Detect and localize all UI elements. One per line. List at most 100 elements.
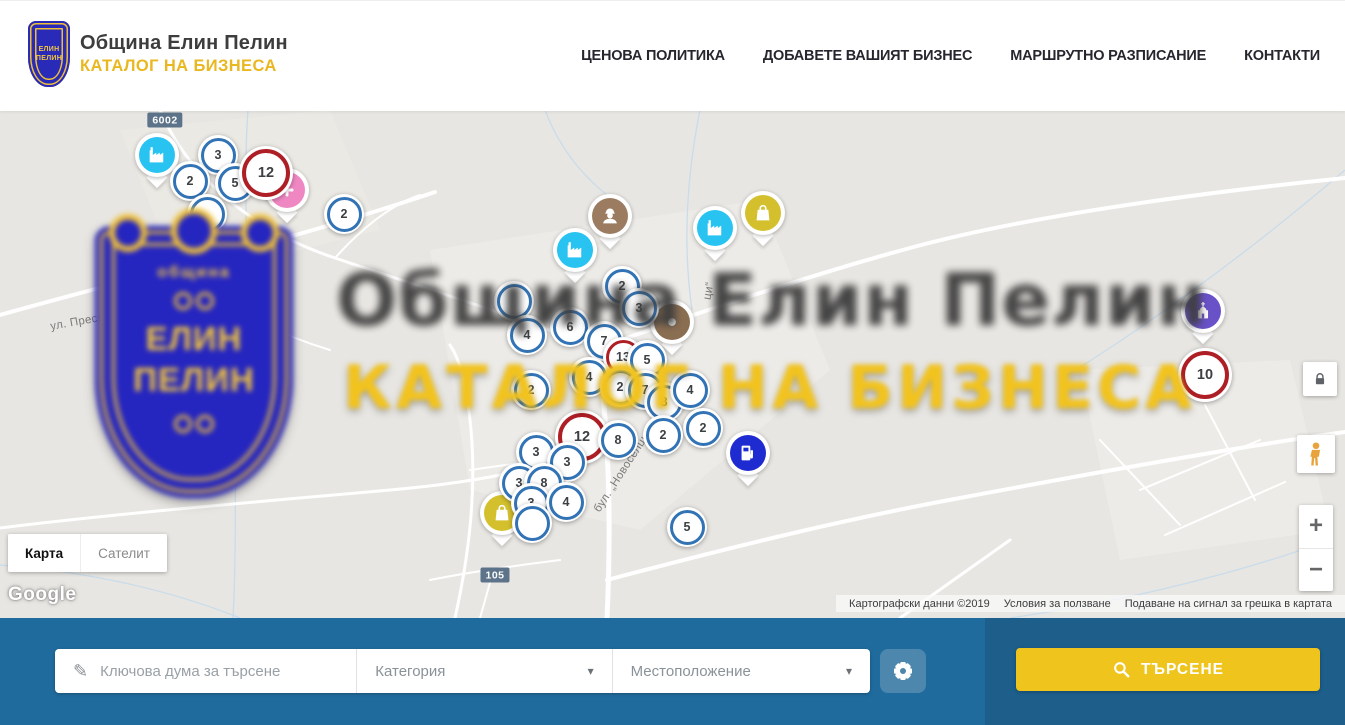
cluster-marker[interactable]: 2 bbox=[683, 408, 723, 448]
cluster-count bbox=[515, 506, 550, 541]
cluster-marker[interactable] bbox=[512, 503, 552, 543]
cluster-count: 8 bbox=[601, 423, 636, 458]
site-subtitle: КАТАЛОГ НА БИЗНЕСА bbox=[80, 57, 288, 76]
map-pin[interactable] bbox=[693, 206, 737, 250]
road-number-label: 6002 bbox=[147, 113, 182, 128]
category-dropdown-label: Категория bbox=[375, 663, 587, 680]
main-nav: ЦЕНОВА ПОЛИТИКА ДОБАВЕТЕ ВАШИЯТ БИЗНЕС М… bbox=[581, 1, 1320, 111]
church-icon bbox=[1192, 300, 1214, 322]
cluster-count: 12 bbox=[242, 149, 290, 197]
map-type-satellite-button[interactable]: Сателит bbox=[80, 534, 167, 572]
map-pin[interactable] bbox=[1181, 289, 1225, 333]
cluster-marker[interactable]: 4 bbox=[546, 482, 586, 522]
keyword-input[interactable] bbox=[98, 662, 356, 681]
advanced-search-button[interactable] bbox=[880, 649, 926, 693]
map-data-copyright: Картографски данни ©2019 bbox=[842, 598, 997, 610]
street-view-pegman-button[interactable] bbox=[1297, 435, 1335, 473]
road-number-label: 105 bbox=[480, 568, 509, 583]
cluster-count: 4 bbox=[549, 485, 584, 520]
map-pin[interactable] bbox=[588, 194, 632, 238]
cluster-count: 3 bbox=[622, 291, 657, 326]
shopping-bag-icon bbox=[491, 502, 513, 524]
lock-icon bbox=[1313, 372, 1327, 386]
pin-bubble bbox=[588, 194, 632, 238]
zoom-control: + − bbox=[1299, 505, 1333, 591]
cluster-count bbox=[190, 197, 225, 232]
cluster-marker[interactable]: 2 bbox=[324, 194, 364, 234]
cluster-count: 4 bbox=[510, 318, 545, 353]
shopping-bag-icon bbox=[752, 202, 774, 224]
emblem-text: ЕЛИН bbox=[39, 46, 60, 53]
cluster-marker[interactable]: 2 bbox=[643, 415, 683, 455]
zoom-in-button[interactable]: + bbox=[1299, 505, 1333, 549]
cluster-marker[interactable]: 2 bbox=[511, 370, 551, 410]
cluster-count: 4 bbox=[673, 373, 708, 408]
chevron-down-icon: ▾ bbox=[588, 664, 594, 678]
cluster-marker[interactable]: 10 bbox=[1178, 348, 1232, 402]
map-markers-layer: 3251222364713542278422128333834510600210… bbox=[0, 110, 1345, 618]
nav-item-route-schedule[interactable]: МАРШРУТНО РАЗПИСАНИЕ bbox=[1010, 48, 1206, 64]
keyword-field[interactable]: ✎ bbox=[55, 649, 356, 693]
cluster-count: 5 bbox=[670, 510, 705, 545]
cluster-marker[interactable]: 12 bbox=[239, 146, 293, 200]
search-button[interactable]: ТЪРСЕНЕ bbox=[1016, 648, 1320, 691]
page: ЕЛИН ПЕЛИН Община Елин Пелин КАТАЛОГ НА … bbox=[0, 0, 1345, 725]
engineer-icon bbox=[599, 205, 621, 227]
cluster-count: 2 bbox=[686, 411, 721, 446]
pin-bubble bbox=[693, 206, 737, 250]
map-pin[interactable] bbox=[726, 431, 770, 475]
street-name-label: ул. Преслав bbox=[49, 309, 118, 333]
cluster-count: 10 bbox=[1181, 351, 1229, 399]
cluster-marker[interactable]: 5 bbox=[667, 507, 707, 547]
location-dropdown[interactable]: Местоположение ▾ bbox=[612, 649, 870, 693]
cluster-marker[interactable]: 4 bbox=[670, 370, 710, 410]
emblem-text: ПЕЛИН bbox=[36, 55, 62, 62]
municipality-emblem-logo: ЕЛИН ПЕЛИН bbox=[28, 21, 70, 87]
pegman-icon bbox=[1305, 441, 1327, 467]
report-map-error-link[interactable]: Подаване на сигнал за грешка в картата bbox=[1118, 598, 1339, 610]
cluster-count: 2 bbox=[646, 418, 681, 453]
pin-bubble bbox=[741, 191, 785, 235]
search-icon bbox=[1112, 660, 1131, 679]
factory-icon bbox=[564, 239, 586, 261]
nav-item-contacts[interactable]: КОНТАКТИ bbox=[1244, 48, 1320, 64]
street-name-label: ци“ bbox=[701, 281, 716, 301]
cluster-marker[interactable] bbox=[187, 194, 227, 234]
gear-icon bbox=[891, 659, 915, 683]
pin-bubble bbox=[726, 431, 770, 475]
map-canvas[interactable]: 3251222364713542278422128333834510600210… bbox=[0, 110, 1345, 618]
chevron-down-icon: ▾ bbox=[846, 664, 852, 678]
map-lock-button[interactable] bbox=[1303, 362, 1337, 396]
cluster-marker[interactable]: 4 bbox=[507, 315, 547, 355]
factory-icon bbox=[704, 217, 726, 239]
zoom-out-button[interactable]: − bbox=[1299, 549, 1333, 592]
cluster-count: 2 bbox=[173, 164, 208, 199]
category-dropdown[interactable]: Категория ▾ bbox=[356, 649, 611, 693]
location-dropdown-label: Местоположение bbox=[631, 663, 846, 680]
google-logo[interactable]: Google bbox=[8, 584, 76, 606]
map-type-control: Карта Сателит bbox=[8, 534, 167, 572]
map-type-map-button[interactable]: Карта bbox=[8, 534, 80, 572]
dot-icon bbox=[661, 311, 683, 333]
header: ЕЛИН ПЕЛИН Община Елин Пелин КАТАЛОГ НА … bbox=[0, 0, 1345, 111]
nav-item-add-business[interactable]: ДОБАВЕТЕ ВАШИЯТ БИЗНЕС bbox=[763, 48, 972, 64]
site-title: Община Елин Пелин bbox=[80, 32, 288, 55]
map-pin[interactable] bbox=[741, 191, 785, 235]
cluster-marker[interactable]: 8 bbox=[598, 420, 638, 460]
fuel-icon bbox=[737, 442, 759, 464]
cluster-count bbox=[497, 284, 532, 319]
terms-of-use-link[interactable]: Условия за ползване bbox=[997, 598, 1118, 610]
pin-bubble bbox=[1181, 289, 1225, 333]
brand[interactable]: ЕЛИН ПЕЛИН Община Елин Пелин КАТАЛОГ НА … bbox=[28, 21, 288, 87]
cluster-marker[interactable]: 3 bbox=[619, 288, 659, 328]
pencil-icon: ✎ bbox=[73, 661, 88, 682]
search-fields-panel: ✎ Категория ▾ Местоположение ▾ bbox=[55, 649, 870, 693]
cluster-count: 6 bbox=[553, 310, 588, 345]
cluster-count: 2 bbox=[514, 373, 549, 408]
search-bar: ✎ Категория ▾ Местоположение ▾ bbox=[0, 618, 1345, 725]
map-attribution: Картографски данни ©2019 Условия за полз… bbox=[836, 595, 1345, 612]
factory-icon bbox=[146, 144, 168, 166]
cluster-count: 2 bbox=[327, 197, 362, 232]
nav-item-pricing[interactable]: ЦЕНОВА ПОЛИТИКА bbox=[581, 48, 725, 64]
search-button-label: ТЪРСЕНЕ bbox=[1141, 661, 1224, 679]
